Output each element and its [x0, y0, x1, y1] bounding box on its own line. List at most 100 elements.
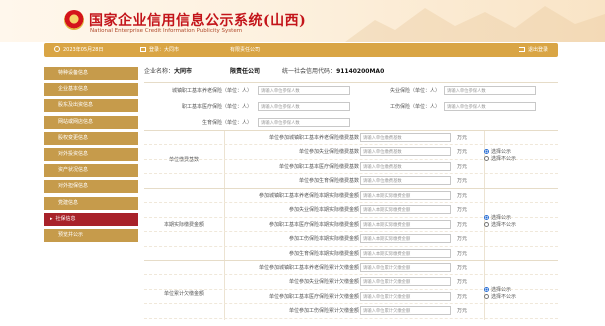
- arrears-private-label: 选择不公示: [491, 294, 517, 300]
- company-name-value: 大同市: [174, 68, 193, 75]
- arrears-pension-input[interactable]: [360, 263, 451, 272]
- paid-pension-input[interactable]: [360, 191, 451, 200]
- paid-unemployment-input[interactable]: [360, 205, 451, 215]
- paid-private-label: 选择不公示: [491, 222, 517, 228]
- user-text: 登录：大同市: [149, 47, 180, 53]
- arrears-injury-input[interactable]: [360, 306, 451, 316]
- base-private-label: 选择不公示: [491, 156, 517, 162]
- injury-insured-label: 工伤保险（单位：人）: [389, 104, 440, 110]
- medical-insured-label: 职工基本医疗保险（单位：人）: [181, 104, 252, 110]
- sidebar-item-basic-info[interactable]: 企业基本信息: [44, 83, 138, 97]
- arrears-public-radio[interactable]: 选择公示: [484, 287, 558, 294]
- radio-unchecked-icon: [484, 294, 489, 299]
- paid-medical-unit: 万元: [457, 221, 468, 228]
- site-subtitle: National Enterprise Credit Information P…: [90, 28, 243, 34]
- arrears-group: 单位累计欠缴金额 单位参加城镇职工基本养老保险累计欠缴金额万元 单位参加失业保险…: [144, 260, 558, 320]
- paid-pension-label: 参加城镇职工基本养老保险本期实际缴费金额: [258, 193, 359, 199]
- company-text: 有限责任公司: [230, 47, 261, 53]
- contribution-base-group: 单位缴费基数 单位参加城镇职工基本养老保险缴费基数万元 单位参加失业保险缴费基数…: [144, 130, 558, 189]
- sidebar-item-assets[interactable]: 资产状况信息: [44, 164, 138, 178]
- medical-insured-input[interactable]: [258, 102, 350, 111]
- arrears-medical-label: 单位参加职工基本医疗保险累计欠缴金额: [268, 293, 359, 300]
- radio-unchecked-icon: [484, 156, 489, 161]
- sidebar-item-social-security[interactable]: 社保信息: [44, 212, 138, 226]
- base-maternity-unit: 万元: [457, 178, 468, 185]
- paid-public-label: 选择公示: [491, 215, 512, 221]
- user-icon: [140, 47, 146, 52]
- sidebar-item-investment[interactable]: 对外投资信息: [44, 147, 138, 161]
- top-bar: 2023年05月28日 登录：大同市 有限责任公司 退出登录: [44, 43, 558, 57]
- sidebar-item-preview[interactable]: 预览并公示: [44, 228, 138, 242]
- injury-insured-input[interactable]: [444, 102, 536, 111]
- maternity-insured-label: 生育保险（单位：人）: [201, 120, 252, 126]
- insured-count-section: 城镇职工基本养老保险（单位：人） 失业保险（单位：人） 职工基本医疗保险（单位：…: [144, 82, 558, 130]
- arrears-pension-unit: 万元: [457, 265, 468, 271]
- base-public-label: 选择公示: [491, 149, 512, 155]
- arrears-unemployment-input[interactable]: [360, 277, 451, 287]
- site-title: 国家企业信用信息公示系统(山西): [89, 13, 307, 29]
- pension-insured-input[interactable]: [258, 86, 350, 95]
- arrears-unemployment-label: 单位参加失业保险累计欠缴金额: [288, 279, 359, 286]
- site-header: 国家企业信用信息公示系统(山西) National Enterprise Cre…: [0, 0, 605, 42]
- paid-maternity-input[interactable]: [360, 248, 451, 258]
- base-maternity-label: 单位参加生育保险缴费基数: [298, 178, 359, 185]
- base-public-radio[interactable]: 选择公示: [484, 149, 558, 156]
- paid-private-radio[interactable]: 选择不公示: [484, 222, 558, 229]
- arrears-pension-label: 单位参加城镇职工基本养老保险累计欠缴金额: [258, 265, 359, 271]
- base-private-radio[interactable]: 选择不公示: [484, 156, 558, 163]
- user-display: 登录：大同市: [140, 46, 179, 53]
- paid-injury-label: 参加工伤保险本期实际缴费金额: [288, 236, 359, 243]
- credit-code-label: 统一社会信用代码：: [282, 68, 337, 75]
- base-unemployment-input[interactable]: [360, 147, 451, 157]
- arrears-medical-input[interactable]: [360, 291, 451, 301]
- base-unemployment-label: 单位参加失业保险缴费基数: [298, 149, 359, 156]
- paid-maternity-label: 参加生育保险本期实际缴费金额: [288, 250, 359, 257]
- unemployment-insured-label: 失业保险（单位：人）: [389, 88, 440, 94]
- sidebar-item-guarantee[interactable]: 对外担保信息: [44, 180, 138, 194]
- arrears-public-label: 选择公示: [491, 287, 512, 293]
- date-text: 2023年05月28日: [63, 47, 104, 53]
- radio-checked-icon: [484, 149, 489, 154]
- sidebar: 特种设备信息 企业基本信息 股东及出资信息 网站或网店信息 股权变更信息 对外投…: [44, 67, 138, 245]
- arrears-private-radio[interactable]: 选择不公示: [484, 294, 558, 301]
- sidebar-item-party[interactable]: 党建信息: [44, 196, 138, 210]
- main-content: 企业名称：大同市 限责任公司 统一社会信用代码：91140200MA0 城镇职工基本…: [144, 65, 558, 320]
- mountain-decoration: [345, 6, 605, 42]
- paid-public-radio[interactable]: 选择公示: [484, 215, 558, 222]
- logout-icon: [518, 47, 525, 52]
- arrears-visibility-radios: 选择公示 选择不公示: [484, 287, 558, 301]
- company-name-suffix: 限责任公司: [230, 68, 261, 75]
- base-unemployment-unit: 万元: [457, 149, 468, 156]
- sidebar-item-equity-change[interactable]: 股权变更信息: [44, 131, 138, 145]
- sidebar-item-shareholders[interactable]: 股东及出资信息: [44, 99, 138, 113]
- sidebar-item-website[interactable]: 网站或网店信息: [44, 115, 138, 129]
- radio-checked-icon: [484, 287, 489, 292]
- unemployment-insured-input[interactable]: [444, 86, 536, 95]
- base-maternity-input[interactable]: [360, 176, 451, 186]
- logout-label: 退出登录: [527, 47, 548, 53]
- base-pension-input[interactable]: [360, 133, 451, 142]
- sidebar-item-special-equipment[interactable]: 特种设备信息: [44, 67, 138, 80]
- base-medical-unit: 万元: [457, 163, 468, 170]
- maternity-insured-input[interactable]: [258, 118, 350, 127]
- paid-visibility-radios: 选择公示 选择不公示: [484, 215, 558, 229]
- date-display: 2023年05月28日: [54, 46, 103, 53]
- base-visibility-radios: 选择公示 选择不公示: [484, 149, 558, 163]
- pension-insured-label: 城镇职工基本养老保险（单位：人）: [171, 88, 252, 94]
- base-pension-label: 单位参加城镇职工基本养老保险缴费基数: [268, 135, 359, 141]
- paid-unemployment-unit: 万元: [457, 207, 468, 214]
- radio-unchecked-icon: [484, 222, 489, 227]
- actual-payment-group: 本期实际缴费金额 参加城镇职工基本养老保险本期实际缴费金额万元 参加失业保险本期…: [144, 188, 558, 261]
- paid-medical-input[interactable]: [360, 219, 451, 229]
- company-display: 有限责任公司: [230, 46, 260, 53]
- paid-maternity-unit: 万元: [457, 250, 468, 257]
- radio-checked-icon: [484, 215, 489, 220]
- company-info: 企业名称：大同市 限责任公司 统一社会信用代码：91140200MA0: [144, 65, 558, 78]
- credit-code-value: 91140200MA0: [336, 68, 385, 75]
- paid-medical-label: 参加职工基本医疗保险本期实际缴费金额: [268, 221, 359, 228]
- base-medical-input[interactable]: [360, 161, 451, 171]
- national-emblem-icon: [64, 10, 84, 30]
- paid-injury-input[interactable]: [360, 234, 451, 244]
- logout-button[interactable]: 退出登录: [518, 46, 548, 53]
- base-medical-label: 单位参加职工基本医疗保险缴费基数: [278, 163, 359, 170]
